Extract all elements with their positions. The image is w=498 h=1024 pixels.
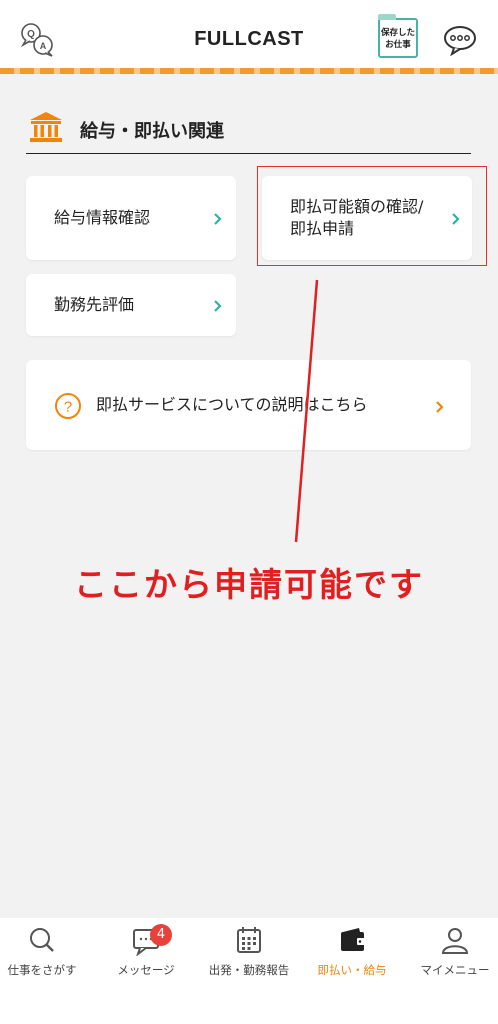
tab-label: 出発・勤務報告	[208, 963, 290, 977]
search-icon	[30, 928, 54, 952]
svg-text:?: ?	[64, 399, 72, 416]
annotation-text: ここから申請可能です	[74, 565, 424, 604]
folder-tab-icon	[378, 14, 396, 20]
bottom-tab-bar: 仕事をさがす 4 メッセージ 出発・勤務報告 即払い・給与 マイメニュー	[0, 918, 498, 1024]
saved-jobs-label-2: お仕事	[385, 40, 411, 50]
service-info-label: 即払サービスについての説明はこちら	[96, 395, 368, 414]
tab-label: マイメニュー	[420, 963, 490, 977]
tab-label: 即払い・給与	[317, 963, 387, 977]
salary-info-card[interactable]: 給与情報確認	[26, 176, 236, 260]
chevron-right-icon	[214, 300, 222, 312]
section-header: 給与・即払い関連	[26, 108, 471, 154]
service-info-card[interactable]: ? 即払サービスについての説明はこちら	[26, 360, 471, 450]
user-icon	[441, 928, 469, 954]
saved-jobs-label-1: 保存した	[380, 28, 415, 38]
header-stripe	[0, 68, 498, 74]
calendar-icon	[237, 927, 261, 953]
question-icon: ?	[55, 393, 81, 419]
workplace-review-label: 勤務先評価	[54, 295, 135, 314]
section-title: 給与・即払い関連	[80, 121, 224, 142]
chevron-right-icon	[214, 213, 222, 225]
saved-jobs-button[interactable]: 保存した お仕事	[378, 14, 418, 58]
chevron-right-icon	[436, 401, 444, 413]
tab-pay-salary[interactable]: 即払い・給与	[302, 918, 402, 998]
workplace-review-card[interactable]: 勤務先評価	[26, 274, 236, 336]
chat-icon[interactable]	[442, 24, 478, 56]
wallet-icon	[341, 928, 365, 951]
tab-job-search[interactable]: 仕事をさがす	[0, 918, 92, 998]
tab-messages[interactable]: 4 メッセージ	[96, 918, 196, 998]
tab-label: 仕事をさがす	[7, 963, 77, 977]
tab-work-report[interactable]: 出発・勤務報告	[199, 918, 299, 998]
highlight-box	[257, 166, 487, 266]
app-header: Q A FULLCAST 保存した お仕事	[0, 0, 498, 68]
tab-label: メッセージ	[117, 963, 175, 977]
bank-icon	[30, 112, 62, 142]
unread-badge: 4	[150, 924, 172, 946]
tab-my-menu[interactable]: マイメニュー	[405, 918, 498, 998]
salary-info-label: 給与情報確認	[54, 208, 151, 227]
logo-text: FULLCAST	[194, 28, 304, 50]
fullcast-logo: FULLCAST	[0, 28, 498, 51]
